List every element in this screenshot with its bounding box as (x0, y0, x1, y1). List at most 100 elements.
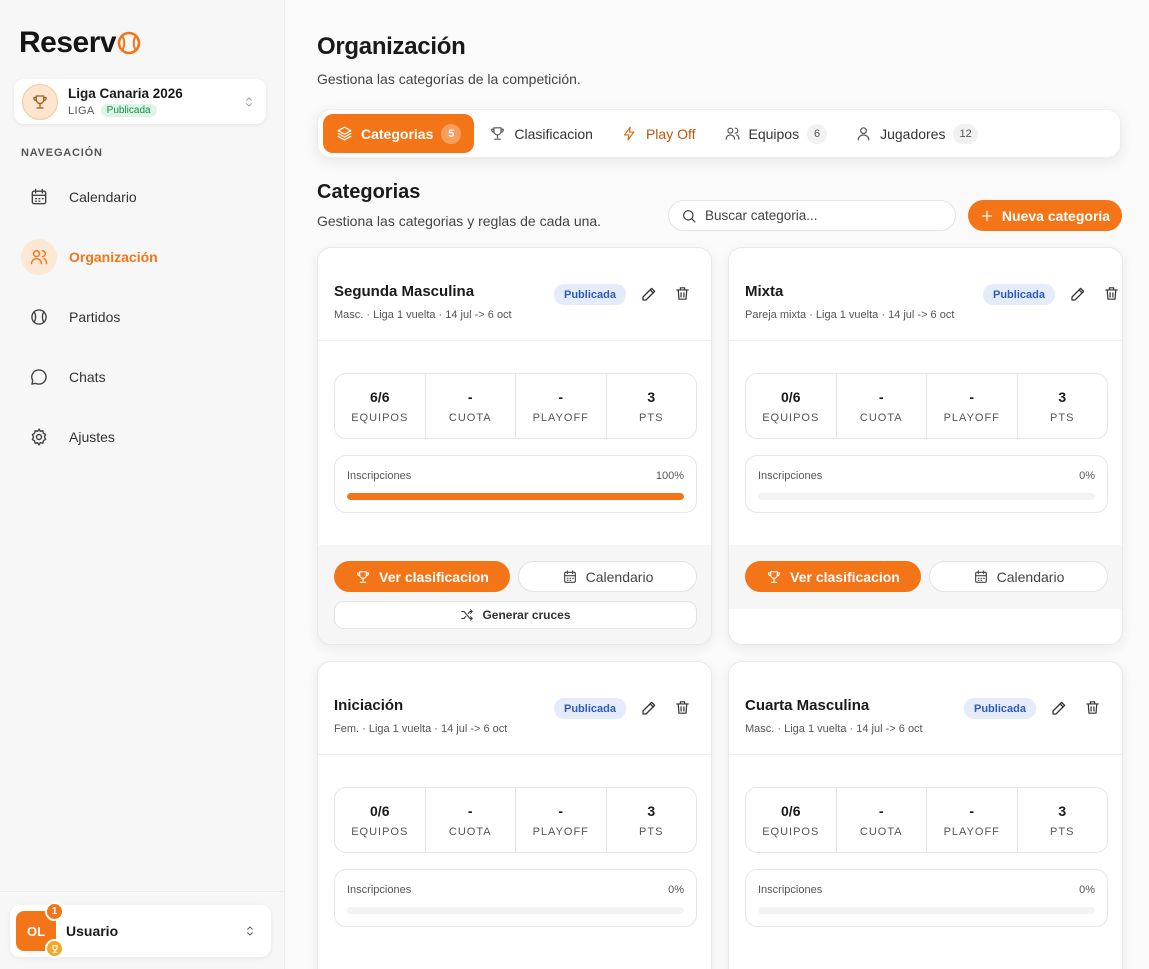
shuffle-icon (461, 609, 474, 621)
stat-label: PLAYOFF (943, 825, 1000, 838)
edit-icon[interactable] (1050, 699, 1068, 717)
stat-label: EQUIPOS (762, 825, 820, 838)
stat-playoff: - PLAYOFF (516, 374, 607, 438)
trash-icon[interactable] (674, 285, 691, 302)
tab-equipos[interactable]: Equipos 6 (711, 114, 841, 153)
search-icon (683, 209, 696, 223)
tennis-ball-icon (117, 31, 141, 55)
registrations-progress: Inscripciones 100% (334, 455, 697, 513)
nav-item-calendario[interactable]: Calendario (21, 179, 271, 215)
section-title: Categorias (317, 181, 421, 203)
category-card: Segunda Masculina Masc. · Liga 1 vuelta … (317, 247, 712, 645)
stat-value: - (969, 388, 975, 405)
trash-icon[interactable] (1084, 699, 1101, 716)
layers-icon (337, 126, 352, 141)
nav-section-label: NAVEGACIÓN (21, 147, 103, 159)
trash-icon[interactable] (1103, 285, 1120, 302)
nav-item-label: Organización (69, 249, 158, 265)
view-standings-button[interactable]: Ver clasificacion (745, 561, 921, 592)
tab-label: Categorias (361, 125, 434, 142)
nav-item-chats[interactable]: Chats (21, 359, 271, 395)
tab-label: Play Off (645, 125, 696, 142)
tab-label: Clasificacion (514, 125, 593, 142)
progress-fill (347, 493, 684, 500)
nav-item-partidos[interactable]: Partidos (21, 299, 271, 335)
stat-value: - (878, 388, 884, 405)
tab-count: 6 (807, 123, 828, 144)
progress-label: Inscripciones (758, 470, 823, 482)
stats-grid: 0/6 EQUIPOS - CUOTA - PLAYOFF 3 PTS (334, 787, 697, 853)
tab-play-off[interactable]: Play Off (608, 114, 709, 153)
stat-teams: 0/6 EQUIPOS (335, 788, 426, 852)
stat-label: PTS (639, 411, 664, 424)
stat-label: EQUIPOS (351, 411, 409, 424)
stats-grid: 0/6 EQUIPOS - CUOTA - PLAYOFF 3 PTS (745, 373, 1108, 439)
generate-matchups-button[interactable]: Generar cruces (334, 601, 697, 629)
user-name: Usuario (66, 923, 119, 939)
nav-item-label: Ajustes (69, 429, 115, 445)
stat-label: CUOTA (448, 411, 492, 424)
league-name: Liga Canaria 2026 (68, 86, 183, 101)
stats-grid: 6/6 EQUIPOS - CUOTA - PLAYOFF 3 PTS (334, 373, 697, 439)
trash-icon[interactable] (674, 699, 691, 716)
registrations-progress: Inscripciones 0% (334, 869, 697, 927)
stat-value: 3 (647, 388, 656, 405)
stat-fee: - CUOTA (837, 788, 927, 852)
tab-jugadores[interactable]: Jugadores 12 (842, 114, 991, 153)
category-name: Mixta (745, 283, 784, 300)
tab-count: 12 (953, 123, 978, 144)
stat-value: - (558, 388, 564, 405)
plus-icon (981, 210, 993, 221)
stat-label: PLAYOFF (532, 825, 589, 838)
edit-icon[interactable] (640, 285, 658, 303)
progress-percent: 0% (1079, 470, 1095, 482)
category-card: Mixta Pareja mixta · Liga 1 vuelta · 14 … (728, 247, 1123, 645)
category-name: Cuarta Masculina (745, 697, 870, 714)
stat-label: PTS (639, 825, 664, 838)
stat-value: 3 (647, 802, 656, 819)
divider (0, 891, 285, 892)
button-label: Ver clasificacion (790, 568, 900, 585)
stat-value: 0/6 (781, 388, 801, 405)
stat-playoff: - PLAYOFF (927, 788, 1018, 852)
stat-pts: 3 PTS (607, 788, 697, 852)
user-menu[interactable]: OL 1 Usuario (10, 902, 271, 958)
card-header: Iniciación Fem. · Liga 1 vuelta · 14 jul… (318, 662, 711, 755)
new-category-label: Nueva categoria (1001, 207, 1111, 224)
tab-clasificacion[interactable]: Clasificacion (476, 114, 606, 153)
progress-percent: 0% (1079, 884, 1095, 896)
category-card: Iniciación Fem. · Liga 1 vuelta · 14 jul… (317, 661, 712, 969)
nav-item-ajustes[interactable]: Ajustes (21, 419, 271, 455)
button-label: Calendario (585, 568, 654, 585)
calendar-button[interactable]: Calendario (518, 561, 697, 592)
app-logo[interactable]: Reserv (19, 26, 141, 60)
new-category-button[interactable]: Nueva categoria (968, 200, 1122, 231)
stats-grid: 0/6 EQUIPOS - CUOTA - PLAYOFF 3 PTS (745, 787, 1108, 853)
avatar[interactable]: OL 1 (16, 902, 64, 958)
trophy-icon (491, 127, 505, 140)
stat-fee: - CUOTA (426, 788, 516, 852)
nav-item-label: Calendario (69, 189, 137, 205)
chevron-updown-icon (247, 926, 253, 936)
search-input[interactable] (705, 208, 935, 223)
stat-value: 0/6 (781, 802, 801, 819)
trophy-icon (768, 570, 781, 583)
nav-item-label: Partidos (69, 309, 121, 325)
calendar-icon (21, 179, 57, 215)
tab-categorias[interactable]: Categorias 5 (323, 114, 475, 153)
progress-track (758, 907, 1095, 914)
view-standings-button[interactable]: Ver clasificacion (334, 561, 510, 592)
stat-value: - (969, 802, 975, 819)
search-box[interactable] (668, 200, 956, 231)
calendar-icon (974, 569, 987, 583)
stat-playoff: - PLAYOFF (927, 374, 1018, 438)
edit-icon[interactable] (640, 699, 658, 717)
edit-icon[interactable] (1069, 285, 1087, 303)
progress-track (347, 493, 684, 500)
nav-item-organizacion[interactable]: Organización (21, 239, 271, 275)
league-switcher[interactable]: Liga Canaria 2026 LIGA Publicada (14, 79, 266, 124)
calendar-button[interactable]: Calendario (929, 561, 1108, 592)
trophy-badge-icon (45, 939, 64, 958)
stat-pts: 3 PTS (1018, 374, 1108, 438)
stat-value: 3 (1058, 802, 1067, 819)
